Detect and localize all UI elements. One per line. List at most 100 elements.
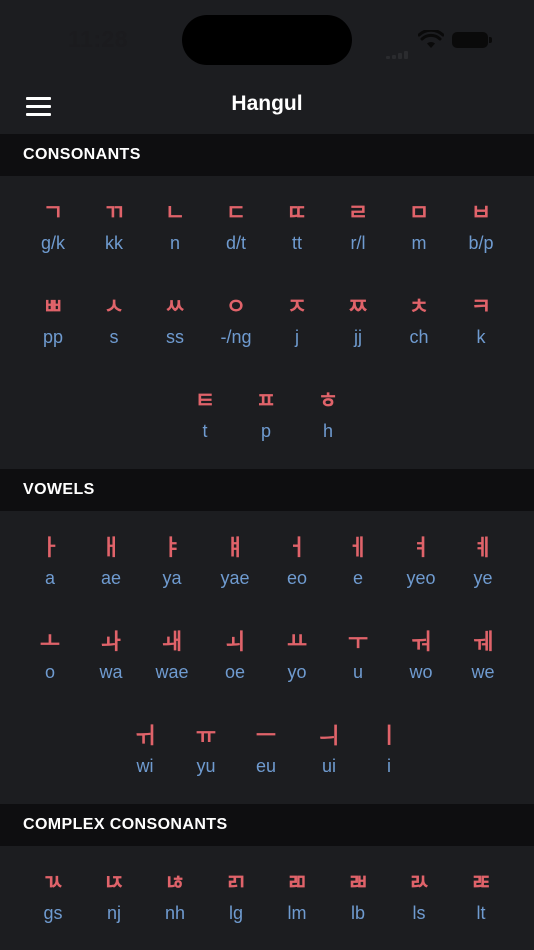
hangul-glyph: ㅞ [472, 630, 494, 655]
hangul-glyph: ㅣ [378, 724, 400, 749]
cellular-signal-icon [386, 40, 410, 59]
letter-cell[interactable]: ㅉ jj [326, 294, 390, 364]
hangul-glyph: ㅈ [286, 295, 308, 320]
letter-cell[interactable]: ㅓ eo [265, 535, 329, 605]
hangul-glyph: ㄾ [470, 871, 492, 896]
romanization-label: kk [105, 233, 123, 253]
romanization-label: yu [196, 756, 216, 776]
letter-cell[interactable]: ㅗo [18, 629, 82, 699]
navigation-bar: Hangul [0, 80, 534, 134]
hangul-glyph: ㄻ [286, 871, 308, 896]
romanization-label: -/ng [220, 327, 252, 347]
letter-cell[interactable]: ㅚ oe [203, 629, 267, 699]
romanization-label: ls [412, 903, 426, 923]
hangul-glyph: ㅏ [39, 536, 61, 561]
romanization-label: ya [162, 568, 182, 588]
letter-cell[interactable]: ㄾ lt [449, 870, 513, 940]
romanization-label: k [476, 327, 486, 347]
letter-cell[interactable]: ㅂ b/p [449, 200, 513, 270]
letter-cell[interactable]: ㅍp [234, 388, 298, 458]
letter-cell[interactable]: ㅌt [173, 388, 237, 458]
hangul-glyph: ㄸ [286, 201, 308, 226]
hangul-glyph: ㄶ [164, 871, 186, 896]
letter-cell[interactable]: ㅠ yu [174, 723, 238, 793]
letter-cell[interactable]: ㅖ ye [451, 535, 515, 605]
hangul-glyph: ㅍ [255, 389, 277, 414]
romanization-label: n [169, 233, 180, 253]
letter-cell[interactable]: ㄹ r/l [326, 200, 390, 270]
hangul-glyph: ㄼ [347, 871, 369, 896]
letter-cell[interactable]: ㅇ -/ng [204, 294, 268, 364]
letter-cell[interactable]: ㅜu [326, 629, 390, 699]
hangul-glyph: ㄽ [408, 871, 430, 896]
romanization-label: ui [321, 756, 336, 776]
romanization-label: m [411, 233, 427, 253]
letter-cell[interactable]: ㅝ wo [389, 629, 453, 699]
romanization-label: wae [155, 662, 189, 682]
letter-cell[interactable]: ㅊ ch [387, 294, 451, 364]
letter-cell[interactable]: ㅟ wi [113, 723, 177, 793]
hangul-glyph: ㅛ [286, 630, 308, 655]
letter-cell[interactable]: ㄱ g/k [21, 200, 85, 270]
romanization-label: yeo [406, 568, 436, 588]
letter-cell[interactable]: ㅢ ui [297, 723, 361, 793]
hangul-glyph: ㅐ [100, 536, 122, 561]
letter-cell[interactable]: ㅁm [387, 200, 451, 270]
letter-cell[interactable]: ㅒ yae [203, 535, 267, 605]
hangul-glyph: ㅗ [39, 630, 61, 655]
section-title-vowels: VOWELS [23, 481, 95, 498]
romanization-label: j [295, 327, 299, 347]
letter-cell[interactable]: ㅎh [296, 388, 360, 458]
hangul-glyph: ㄹ [347, 201, 369, 226]
letter-cell[interactable]: ㄳ gs [21, 870, 85, 940]
hangul-glyph: ㅊ [408, 295, 430, 320]
letter-cell[interactable]: ㄺ lg [204, 870, 268, 940]
letter-cell[interactable]: ㅘ wa [79, 629, 143, 699]
battery-icon [452, 32, 492, 48]
hangul-glyph: ㄴ [164, 201, 186, 226]
hangul-glyph: ㅡ [255, 724, 277, 749]
letter-cell[interactable]: ㅛ yo [265, 629, 329, 699]
romanization-label: h [322, 421, 333, 441]
romanization-label: r/l [350, 233, 366, 253]
letter-cell[interactable]: ㄵ nj [82, 870, 146, 940]
letter-cell[interactable]: ㄽ ls [387, 870, 451, 940]
letter-cell[interactable]: ㅣi [357, 723, 421, 793]
letter-cell[interactable]: ㄴn [143, 200, 207, 270]
hangul-glyph: ㅔ [347, 536, 369, 561]
letter-cell[interactable]: ㅕ yeo [389, 535, 453, 605]
hangul-glyph: ㅝ [410, 630, 432, 655]
letter-cell[interactable]: ㅡ eu [234, 723, 298, 793]
letter-cell[interactable]: ㅋk [449, 294, 513, 364]
romanization-label: eo [286, 568, 308, 588]
letter-cell[interactable]: ㄷ d/t [204, 200, 268, 270]
romanization-label: wi [136, 756, 154, 776]
letter-cell[interactable]: ㅐ ae [79, 535, 143, 605]
letter-cell[interactable]: ㅃ pp [21, 294, 85, 364]
letter-cell[interactable]: ㄼ lb [326, 870, 390, 940]
letter-cell[interactable]: ㅆ ss [143, 294, 207, 364]
hangul-glyph: ㅕ [410, 536, 432, 561]
dynamic-island [182, 15, 352, 65]
romanization-label: p [260, 421, 271, 441]
romanization-label: ss [166, 327, 184, 347]
letter-cell[interactable]: ㄸ tt [265, 200, 329, 270]
romanization-label: b/p [468, 233, 494, 253]
letter-cell[interactable]: ㅞ we [451, 629, 515, 699]
letter-cell[interactable]: ㄶ nh [143, 870, 207, 940]
romanization-label: s [109, 327, 119, 347]
romanization-label: u [352, 662, 363, 682]
romanization-label: t [202, 421, 208, 441]
letter-cell[interactable]: ㅑ ya [140, 535, 204, 605]
section-title-complex-consonants: COMPLEX CONSONANTS [23, 816, 228, 833]
letter-cell[interactable]: ㄻ lm [265, 870, 329, 940]
romanization-label: lm [287, 903, 307, 923]
romanization-label: ye [473, 568, 493, 588]
letter-cell[interactable]: ㅏa [18, 535, 82, 605]
letter-cell[interactable]: ㅈj [265, 294, 329, 364]
romanization-label: lt [476, 903, 486, 923]
letter-cell[interactable]: ㅔe [326, 535, 390, 605]
letter-cell[interactable]: ㅅs [82, 294, 146, 364]
letter-cell[interactable]: ㅙ wae [140, 629, 204, 699]
letter-cell[interactable]: ㄲ kk [82, 200, 146, 270]
